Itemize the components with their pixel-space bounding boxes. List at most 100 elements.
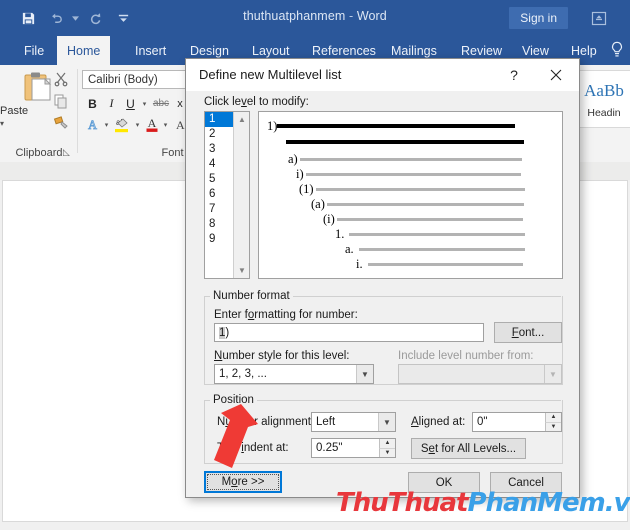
underline-glyph: U bbox=[126, 96, 135, 111]
strikethrough-button[interactable]: abc bbox=[149, 94, 173, 113]
enter-formatting-label: Enter formatting for number: bbox=[214, 309, 358, 321]
number-style-combo[interactable]: 1, 2, 3, ... ▼ bbox=[214, 364, 374, 384]
level-item-4[interactable]: 4 bbox=[205, 157, 234, 172]
preview-row-6: (i) bbox=[323, 211, 523, 227]
tab-insert[interactable]: Insert bbox=[125, 36, 176, 65]
preview-row-1: 1) bbox=[267, 118, 516, 134]
scroll-up-icon[interactable]: ▲ bbox=[234, 112, 249, 127]
sign-in-button[interactable]: Sign in bbox=[509, 7, 568, 29]
preview-line-9 bbox=[367, 262, 523, 266]
svg-text:A: A bbox=[147, 116, 156, 130]
text-indent-label-part2: ndent at: bbox=[243, 442, 289, 454]
aligned-at-label-accel: A bbox=[411, 416, 419, 428]
level-item-3[interactable]: 3 bbox=[205, 142, 234, 157]
close-icon[interactable] bbox=[543, 65, 569, 85]
number-alignment-combo[interactable]: Left ▼ bbox=[311, 412, 396, 432]
format-painter-icon[interactable] bbox=[50, 113, 72, 133]
text-effects-caret-icon[interactable]: ▾ bbox=[102, 115, 111, 134]
preview-row-2: a) bbox=[288, 151, 522, 167]
tell-me-lightbulb-icon[interactable] bbox=[610, 41, 624, 62]
click-level-label-part2: el to modify: bbox=[246, 96, 309, 108]
underline-dropdown-caret-icon[interactable]: ▾ bbox=[140, 94, 149, 113]
level-item-8[interactable]: 8 bbox=[205, 217, 234, 232]
spinner-up-icon[interactable]: ▲ bbox=[379, 439, 395, 449]
style-gallery-item[interactable]: AaBb Headin bbox=[572, 70, 630, 128]
level-list[interactable]: 1 2 3 4 5 6 7 8 9 ▲ ▼ bbox=[204, 111, 250, 279]
formatting-for-number-input[interactable]: 1) bbox=[214, 323, 484, 342]
level-item-7[interactable]: 7 bbox=[205, 202, 234, 217]
preview-line-8 bbox=[358, 247, 525, 251]
ribbon-group-clipboard: Paste ▾ Clipboard ◺ bbox=[0, 65, 78, 161]
spinner-down-icon[interactable]: ▼ bbox=[379, 448, 395, 457]
watermark-part3: .vn bbox=[604, 488, 630, 518]
preview-number-1: 1) bbox=[267, 118, 278, 133]
level-item-6[interactable]: 6 bbox=[205, 187, 234, 202]
text-indent-input[interactable]: 0.25" ▲ ▼ bbox=[311, 438, 396, 458]
text-indent-label-part1: Text bbox=[217, 442, 242, 454]
font-name-combo[interactable]: Calibri (Body) bbox=[82, 70, 202, 89]
watermark-part1: ThuThuat bbox=[336, 488, 468, 518]
redo-icon[interactable] bbox=[81, 7, 109, 29]
help-icon[interactable]: ? bbox=[503, 65, 525, 85]
font-button-label: ont... bbox=[518, 326, 545, 339]
chevron-down-icon[interactable]: ▼ bbox=[356, 365, 373, 383]
preview-number-6: (i) bbox=[323, 211, 335, 226]
number-style-label-text: umber style for this level: bbox=[222, 350, 350, 362]
preview-line-7 bbox=[349, 232, 526, 236]
number-alignment-label: Number alignment: bbox=[217, 416, 314, 428]
spinner-up-icon[interactable]: ▲ bbox=[545, 413, 561, 423]
cut-icon[interactable] bbox=[50, 69, 72, 89]
scroll-down-icon[interactable]: ▼ bbox=[234, 263, 249, 278]
italic-glyph: I bbox=[109, 96, 114, 110]
svg-text:A: A bbox=[176, 118, 185, 132]
level-list-scrollbar[interactable]: ▲ ▼ bbox=[233, 112, 249, 278]
number-alignment-label-part2: mber alignment: bbox=[231, 416, 315, 428]
text-highlight-caret-icon[interactable]: ▾ bbox=[133, 115, 142, 134]
font-button[interactable]: Font... bbox=[494, 322, 562, 343]
tab-file[interactable]: File bbox=[14, 36, 54, 65]
aligned-at-input[interactable]: 0" ▲ ▼ bbox=[472, 412, 562, 432]
aligned-at-spinner[interactable]: ▲ ▼ bbox=[545, 413, 561, 431]
product-name: Word bbox=[356, 9, 387, 23]
include-level-number-combo[interactable]: ▼ bbox=[398, 364, 562, 384]
level-item-1[interactable]: 1 bbox=[205, 112, 234, 127]
font-color-caret-icon[interactable]: ▾ bbox=[161, 115, 170, 134]
ribbon-display-options-icon[interactable] bbox=[588, 8, 610, 28]
spinner-down-icon[interactable]: ▼ bbox=[545, 422, 561, 431]
svg-text:A: A bbox=[88, 118, 97, 132]
font-color-icon[interactable]: A bbox=[142, 115, 161, 134]
preview-line-1b bbox=[286, 140, 524, 144]
tab-home[interactable]: Home bbox=[57, 36, 111, 65]
italic-button[interactable]: I bbox=[102, 94, 121, 113]
text-indent-spinner[interactable]: ▲ ▼ bbox=[379, 439, 395, 457]
number-format-group-title: Number format bbox=[210, 290, 293, 302]
level-list-items: 1 2 3 4 5 6 7 8 9 bbox=[205, 112, 234, 247]
preview-row-1b bbox=[267, 134, 524, 150]
clipboard-dialog-launcher-icon[interactable]: ◺ bbox=[63, 147, 75, 159]
text-highlight-icon[interactable]: ab bbox=[111, 115, 133, 134]
title-separator: - bbox=[348, 9, 354, 23]
formatting-number-literal: ) bbox=[225, 326, 230, 339]
undo-dropdown-caret-icon[interactable] bbox=[70, 7, 81, 29]
customize-qat-icon[interactable] bbox=[109, 7, 137, 29]
style-sample-text: AaBb bbox=[584, 81, 624, 100]
bold-button[interactable]: B bbox=[83, 94, 102, 113]
save-icon[interactable] bbox=[14, 7, 42, 29]
more-button[interactable]: More >> bbox=[204, 471, 282, 493]
chevron-down-icon[interactable]: ▼ bbox=[378, 413, 395, 431]
clear-formatting-icon[interactable]: A bbox=[170, 115, 185, 134]
text-effects-icon[interactable]: A bbox=[83, 115, 102, 134]
set-for-all-levels-button[interactable]: Set for All Levels... bbox=[411, 438, 526, 459]
level-item-2[interactable]: 2 bbox=[205, 127, 234, 142]
level-item-5[interactable]: 5 bbox=[205, 172, 234, 187]
copy-icon[interactable] bbox=[50, 91, 72, 111]
enter-formatting-label-part2: rmatting for number: bbox=[254, 309, 358, 321]
level-item-9[interactable]: 9 bbox=[205, 232, 234, 247]
undo-icon[interactable] bbox=[42, 7, 70, 29]
group-separator bbox=[77, 69, 78, 153]
chevron-down-icon[interactable]: ▼ bbox=[544, 365, 561, 383]
preview-line-1 bbox=[277, 124, 516, 128]
text-indent-value: 0.25" bbox=[316, 442, 343, 454]
paste-dropdown-caret-icon[interactable]: ▾ bbox=[0, 119, 52, 128]
underline-button[interactable]: U bbox=[121, 94, 140, 113]
